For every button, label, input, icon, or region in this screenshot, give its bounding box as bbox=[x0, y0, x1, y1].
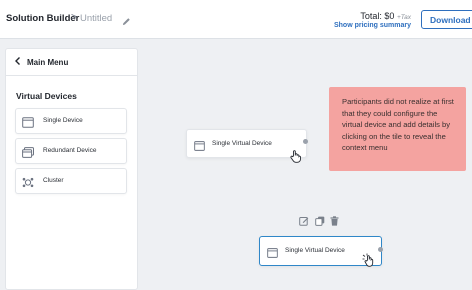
show-pricing-link[interactable]: Show pricing summary bbox=[334, 22, 411, 29]
top-bar: Solution Builder > Untitled Total: $0 +T… bbox=[0, 0, 472, 39]
window-icon bbox=[22, 115, 34, 133]
download-button[interactable]: Download I bbox=[421, 10, 472, 29]
sidebar-item-label: Cluster bbox=[43, 177, 64, 184]
hand-cursor-icon bbox=[290, 150, 301, 168]
sidebar-item-label: Single Device bbox=[43, 117, 83, 124]
breadcrumb-separator: > bbox=[71, 12, 77, 23]
trash-icon[interactable] bbox=[330, 213, 339, 231]
hand-cursor-icon bbox=[362, 253, 375, 272]
section-title: Virtual Devices bbox=[16, 91, 77, 101]
main-menu-back[interactable]: Main Menu bbox=[6, 49, 137, 76]
annotation-note: Participants did not realize at first th… bbox=[329, 87, 466, 171]
sidebar-item-label: Redundant Device bbox=[43, 147, 97, 154]
tile-label: Single Virtual Device bbox=[285, 247, 345, 254]
total-price: Total: $0 +Tax bbox=[360, 11, 411, 21]
project-title: Untitled bbox=[80, 13, 113, 24]
sidebar-item-redundant-device[interactable]: Redundant Device bbox=[15, 138, 127, 164]
copy-icon[interactable] bbox=[315, 213, 325, 231]
device-tile-1[interactable]: Single Virtual Device bbox=[186, 129, 307, 158]
tile-label: Single Virtual Device bbox=[212, 140, 272, 147]
total-label: Total: $0 bbox=[360, 11, 395, 21]
window-icon bbox=[267, 245, 278, 263]
sidebar-item-cluster[interactable]: Cluster bbox=[15, 168, 127, 194]
sidebar: Main Menu Virtual Devices Single Device … bbox=[5, 48, 138, 290]
cluster-icon bbox=[22, 175, 34, 193]
main-menu-label: Main Menu bbox=[27, 58, 69, 67]
window-icon bbox=[194, 138, 205, 156]
edit-icon[interactable] bbox=[299, 213, 309, 231]
chevron-left-icon bbox=[14, 56, 22, 68]
pencil-icon[interactable] bbox=[122, 13, 131, 31]
stacked-window-icon bbox=[22, 145, 34, 163]
sidebar-item-single-device[interactable]: Single Device bbox=[15, 108, 127, 134]
tax-label: +Tax bbox=[396, 14, 411, 21]
connection-handle[interactable] bbox=[378, 247, 383, 252]
context-menu bbox=[299, 213, 341, 226]
connection-handle[interactable] bbox=[303, 139, 308, 144]
breadcrumb-root[interactable]: Solution Builder bbox=[6, 13, 79, 24]
